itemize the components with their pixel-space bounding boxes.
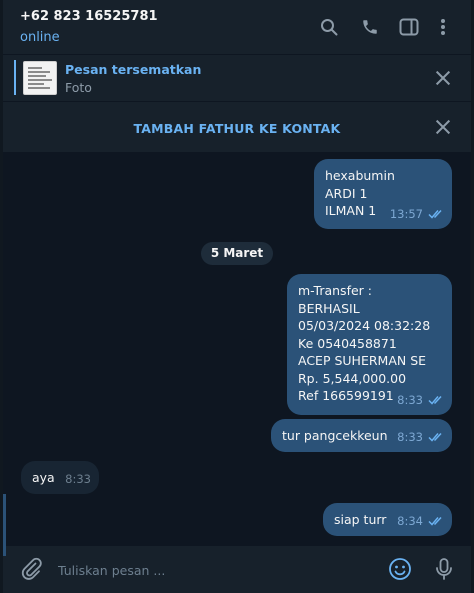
message-bubble[interactable]: aya 8:33 [21, 461, 99, 494]
message-text: hexabumin ARDI 1 ILMAN 1 [325, 168, 395, 218]
message-time: 8:33 [397, 392, 423, 407]
message-text: aya [32, 470, 55, 485]
pinned-subtitle: Foto [65, 80, 92, 95]
message-composer [3, 546, 471, 593]
message-input[interactable] [58, 560, 358, 580]
message-time: 8:33 [65, 471, 91, 486]
message-bubble[interactable]: siap turr 8:34 [323, 503, 452, 536]
scroll-indicator [3, 494, 6, 556]
more-vertical-icon[interactable] [432, 16, 454, 38]
phone-icon[interactable] [359, 16, 381, 38]
search-icon[interactable] [318, 16, 340, 38]
contact-name[interactable]: +62 823 16525781 [20, 9, 158, 24]
message-time: 13:57 [389, 206, 423, 221]
read-receipt-icon [428, 517, 442, 526]
pinned-photo-thumbnail [23, 61, 57, 95]
close-add-contact-icon[interactable] [435, 119, 451, 135]
emoji-icon[interactable] [388, 557, 412, 581]
message-bubble[interactable]: m-Transfer : BERHASIL 05/03/2024 08:32:2… [287, 274, 452, 415]
message-text: m-Transfer : BERHASIL 05/03/2024 08:32:2… [298, 283, 431, 403]
message-time: 8:34 [397, 513, 423, 528]
sidebar-toggle-icon[interactable] [398, 16, 420, 38]
read-receipt-icon [428, 210, 442, 219]
chat-header: +62 823 16525781 online [3, 0, 471, 54]
message-text: siap turr [334, 512, 387, 527]
attach-icon[interactable] [19, 557, 43, 581]
pinned-indicator [14, 60, 16, 95]
read-receipt-icon [428, 433, 442, 442]
message-bubble[interactable]: tur pangcekkeun 8:33 [271, 419, 452, 452]
close-pinned-icon[interactable] [435, 70, 451, 86]
contact-status: online [20, 30, 60, 45]
read-receipt-icon [428, 396, 442, 405]
microphone-icon[interactable] [432, 557, 456, 581]
chat-window: +62 823 16525781 online Pesan tersematka… [0, 0, 474, 593]
add-contact-button[interactable]: TAMBAH FATHUR KE KONTAK [3, 121, 471, 136]
pinned-title: Pesan tersematkan [65, 62, 202, 77]
date-separator: 5 Maret [201, 242, 273, 265]
message-bubble[interactable]: hexabumin ARDI 1 ILMAN 1 13:57 [314, 159, 452, 229]
message-text: tur pangcekkeun [282, 428, 388, 443]
pinned-message-bar[interactable]: Pesan tersematkan Foto [3, 55, 471, 101]
message-time: 8:33 [397, 429, 423, 444]
add-contact-bar: TAMBAH FATHUR KE KONTAK [3, 102, 471, 152]
